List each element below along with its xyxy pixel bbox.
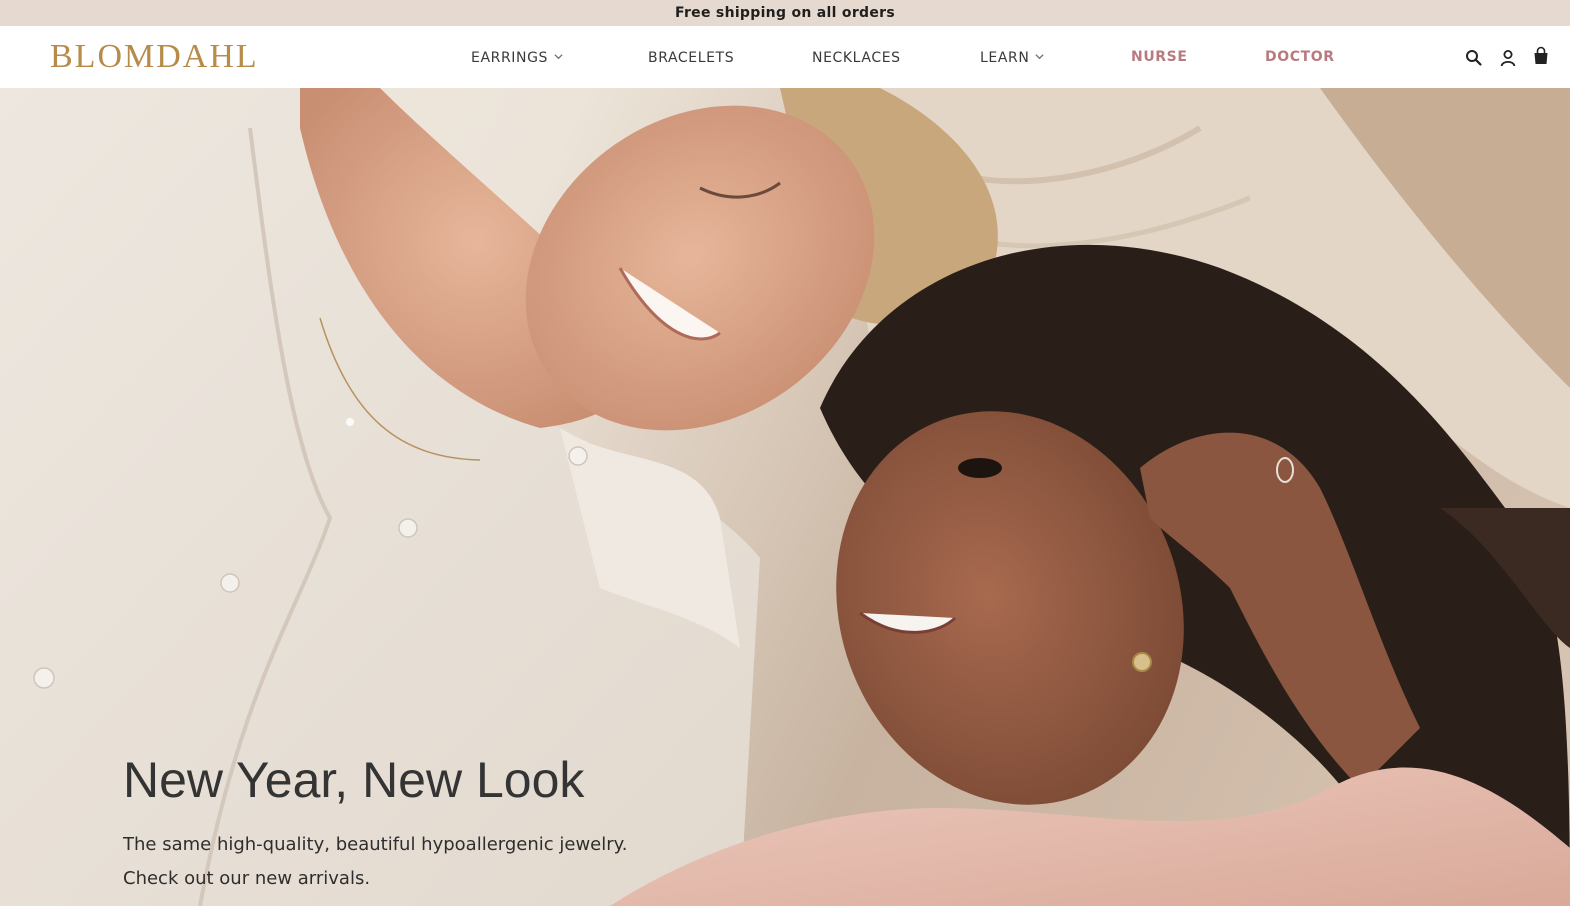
nav-earrings[interactable]: EARRINGS	[471, 50, 564, 66]
account-icon[interactable]	[1498, 48, 1518, 68]
nav-learn-label: LEARN	[980, 50, 1030, 66]
nav-nurse-label: NURSE	[1131, 49, 1188, 65]
nav-learn[interactable]: LEARN	[980, 50, 1045, 66]
nav-bracelets-label: BRACELETS	[648, 50, 735, 66]
nav-necklaces-label: NECKLACES	[812, 50, 901, 66]
nav-doctor-label: DOCTOR	[1265, 49, 1335, 65]
hero-title: New Year, New Look	[123, 752, 585, 808]
chevron-down-icon	[554, 53, 563, 59]
nav-earrings-label: EARRINGS	[471, 50, 549, 66]
nav-nurse[interactable]: NURSE	[1131, 49, 1188, 65]
hero-subtitle: The same high-quality, beautiful hypoall…	[123, 834, 628, 889]
chevron-down-icon	[1035, 53, 1045, 59]
announcement-bar: Free shipping on all orders	[0, 0, 1570, 26]
announcement-text: Free shipping on all orders	[675, 5, 895, 21]
nav-bracelets[interactable]: BRACELETS	[648, 50, 734, 66]
brand-logo[interactable]: BLOMDAHL	[50, 40, 259, 74]
search-icon[interactable]	[1464, 48, 1484, 68]
nav-necklaces[interactable]: NECKLACES	[812, 50, 901, 66]
nav-doctor[interactable]: DOCTOR	[1265, 49, 1335, 65]
site-header: BLOMDAHL EARRINGS BRACELETS NECKLACES LE…	[0, 26, 1570, 88]
cart-icon[interactable]	[1531, 46, 1551, 66]
hero-banner[interactable]: New Year, New Look The same high-quality…	[0, 88, 1570, 906]
